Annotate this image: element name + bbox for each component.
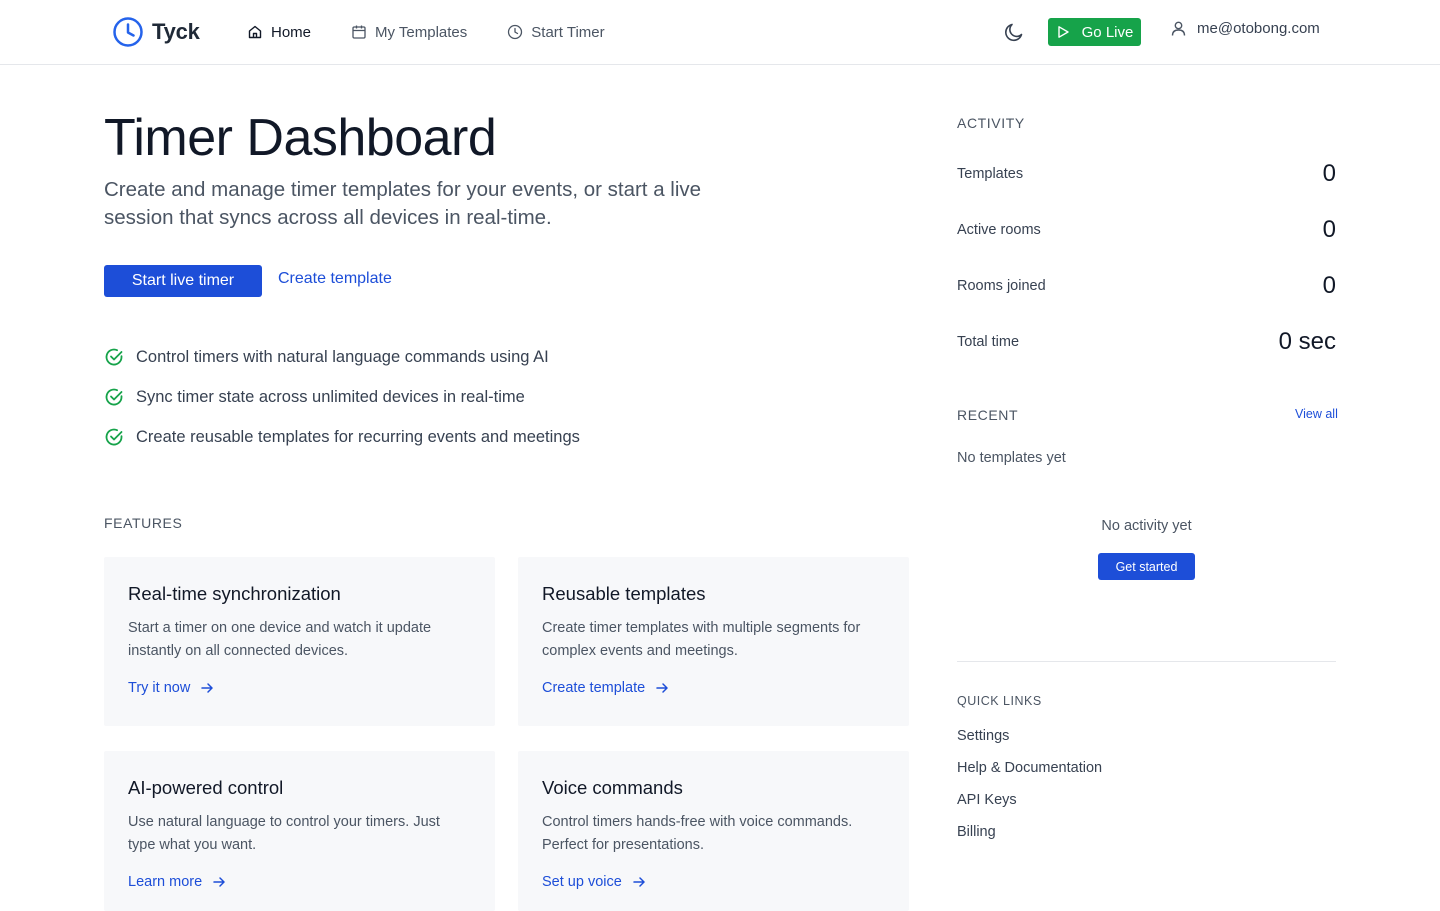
top-header: Tyck Home My Templates Start Timer Go Li… xyxy=(0,0,1440,65)
arrow-right-icon xyxy=(213,877,225,887)
stat-active-rooms: Active rooms 0 xyxy=(957,214,1336,246)
set-up-voice-link[interactable]: Set up voice xyxy=(542,874,646,890)
feature-card-realtime: Real-time synchronization Start a timer … xyxy=(104,557,495,726)
arrow-right-icon xyxy=(633,877,645,887)
quick-link-help[interactable]: Help & Documentation xyxy=(957,758,1102,790)
learn-more-link[interactable]: Learn more xyxy=(128,874,226,890)
checklist-text: Control timers with natural language com… xyxy=(136,347,549,366)
user-email: me@otobong.com xyxy=(1197,20,1320,37)
feature-card-ai: AI-powered control Use natural language … xyxy=(104,751,495,911)
feature-card-description: Use natural language to control your tim… xyxy=(128,814,440,853)
create-template-card-link[interactable]: Create template xyxy=(542,680,669,696)
stat-value: 0 sec xyxy=(1278,328,1336,355)
stat-value: 0 xyxy=(1322,216,1336,243)
clock-icon xyxy=(508,24,523,40)
sidebar-divider xyxy=(957,661,1336,662)
checklist-item: Create reusable templates for recurring … xyxy=(104,425,580,449)
clock-logo-icon xyxy=(113,17,143,47)
feature-card-voice: Voice commands Control timers hands-free… xyxy=(518,751,909,911)
feature-card-description: Control timers hands-free with voice com… xyxy=(542,814,853,853)
stat-value: 0 xyxy=(1322,272,1336,299)
feature-checklist: Control timers with natural language com… xyxy=(104,345,580,465)
arrow-right-icon xyxy=(201,683,214,693)
nav-item-my-templates[interactable]: My Templates xyxy=(351,20,467,44)
quick-link-api-keys[interactable]: API Keys xyxy=(957,790,1102,822)
feature-card-title: Voice commands xyxy=(542,777,683,798)
quick-link-billing[interactable]: Billing xyxy=(957,822,1102,854)
moon-icon[interactable] xyxy=(1002,20,1026,44)
user-icon xyxy=(1171,21,1186,36)
user-menu[interactable]: me@otobong.com xyxy=(1170,20,1320,37)
feature-card-title: Reusable templates xyxy=(542,583,706,604)
app-logo[interactable]: Tyck xyxy=(112,16,200,48)
quick-links-list: Settings Help & Documentation API Keys B… xyxy=(957,726,1102,854)
feature-card-description: Start a timer on one device and watch it… xyxy=(128,620,432,659)
main-nav: Home My Templates Start Timer xyxy=(247,20,605,44)
feature-card-link-label: Create template xyxy=(542,680,646,696)
stat-label: Rooms joined xyxy=(957,278,1046,294)
feature-card-templates: Reusable templates Create timer template… xyxy=(518,557,909,726)
empty-templates-text: No templates yet xyxy=(957,450,1066,466)
features-section-label: FEATURES xyxy=(104,515,183,531)
home-icon xyxy=(248,25,262,39)
stat-total-time: Total time 0 sec xyxy=(957,326,1336,358)
nav-item-label: My Templates xyxy=(375,23,468,41)
feature-card-description: Create timer templates with multiple seg… xyxy=(542,620,861,659)
nav-item-home[interactable]: Home xyxy=(247,20,311,44)
stat-label: Total time xyxy=(957,334,1020,350)
go-live-button[interactable]: Go Live xyxy=(1048,18,1141,46)
checklist-text: Sync timer state across unlimited device… xyxy=(136,387,525,406)
feature-card-link-label: Set up voice xyxy=(542,874,622,890)
stat-templates: Templates 0 xyxy=(957,158,1336,190)
create-template-link[interactable]: Create template xyxy=(278,270,392,288)
feature-card-link-label: Learn more xyxy=(128,874,203,890)
nav-item-start-timer[interactable]: Start Timer xyxy=(507,20,605,44)
go-live-label: Go Live xyxy=(1081,23,1134,41)
view-all-link[interactable]: View all xyxy=(1295,407,1338,421)
checklist-item: Sync timer state across unlimited device… xyxy=(104,385,580,409)
checklist-text: Create reusable templates for recurring … xyxy=(136,427,580,446)
quick-links-label: QUICK LINKS xyxy=(957,694,1042,708)
feature-card-title: AI-powered control xyxy=(128,777,284,798)
feature-card-title: Real-time synchronization xyxy=(128,583,341,604)
recent-section-label: RECENT xyxy=(957,407,1019,423)
nav-item-label: Home xyxy=(271,23,312,41)
get-started-button[interactable]: Get started xyxy=(1098,553,1195,580)
checklist-item: Control timers with natural language com… xyxy=(104,345,580,369)
start-live-timer-button[interactable]: Start live timer xyxy=(104,265,262,297)
stat-label: Active rooms xyxy=(957,222,1041,238)
check-circle-icon xyxy=(105,428,123,446)
check-circle-icon xyxy=(105,388,123,406)
stat-rooms-joined: Rooms joined 0 xyxy=(957,270,1336,302)
play-icon xyxy=(1057,26,1069,38)
check-circle-icon xyxy=(105,348,123,366)
calendar-icon xyxy=(352,25,366,39)
feature-card-link-label: Try it now xyxy=(128,680,191,696)
stat-label: Templates xyxy=(957,166,1024,182)
stat-value: 0 xyxy=(1322,160,1336,187)
app-name: Tyck xyxy=(152,19,200,44)
activity-section-label: ACTIVITY xyxy=(957,115,1025,131)
arrow-right-icon xyxy=(656,683,668,693)
quick-link-settings[interactable]: Settings xyxy=(957,726,1102,758)
page-subtitle: Create and manage timer templates for yo… xyxy=(104,178,702,229)
nav-item-label: Start Timer xyxy=(531,23,605,41)
try-it-now-link[interactable]: Try it now xyxy=(128,680,214,696)
page-title: Timer Dashboard xyxy=(104,109,497,167)
empty-activity-text: No activity yet xyxy=(1101,518,1192,534)
